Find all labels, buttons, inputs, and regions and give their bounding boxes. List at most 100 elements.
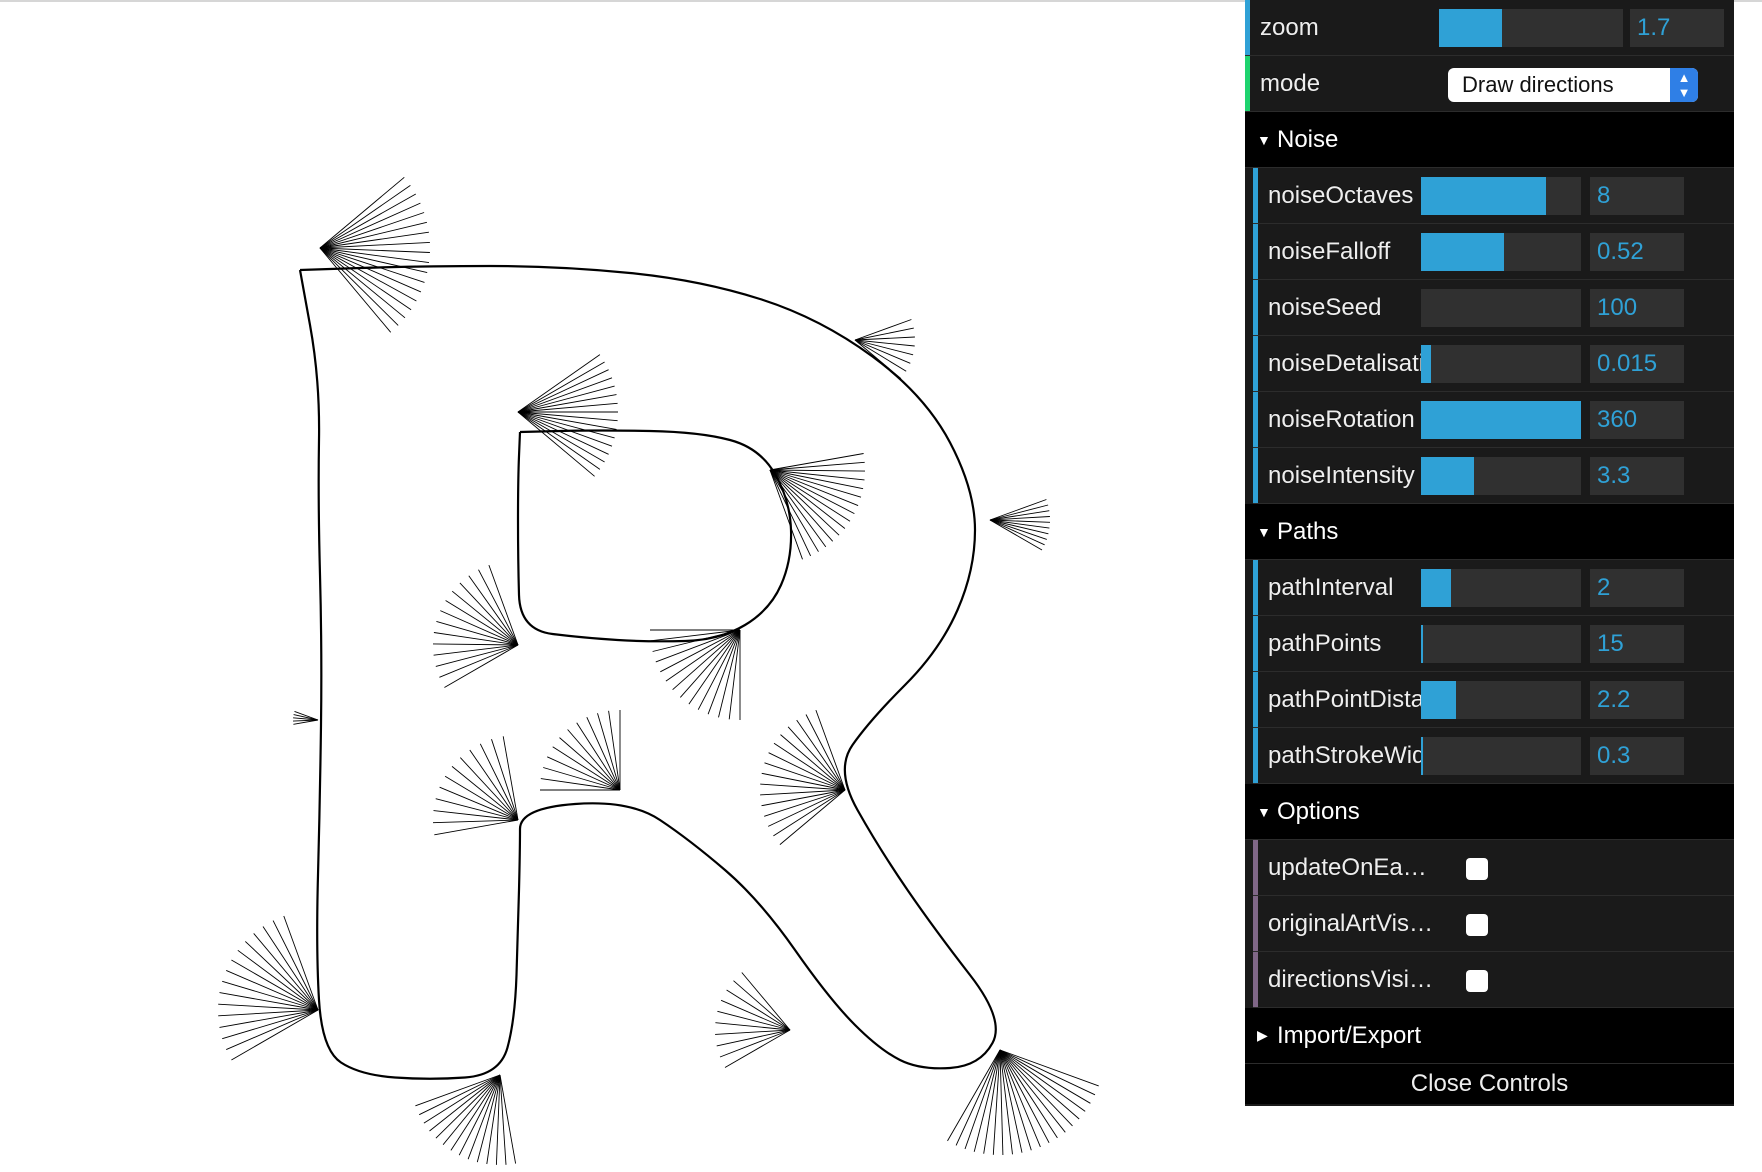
value-slider[interactable] (1421, 457, 1581, 495)
direction-fan (715, 972, 791, 1068)
direction-line (319, 212, 425, 249)
paths-folder-title: Paths (1277, 517, 1339, 545)
value-field[interactable]: 3.3 (1590, 457, 1684, 495)
mode-selected-value: Draw directions (1462, 72, 1614, 97)
control-label: originalArtVisib... (1268, 909, 1438, 937)
direction-line (768, 789, 846, 827)
mode-select[interactable]: Draw directions ▲ ▼ (1448, 68, 1698, 102)
triangle-down-icon: ▼ (1257, 131, 1271, 148)
direction-fan (432, 564, 519, 688)
value-slider[interactable] (1421, 401, 1581, 439)
direction-line (769, 469, 846, 529)
value-field[interactable]: 2 (1590, 569, 1684, 607)
direction-fan (650, 629, 741, 720)
value-slider[interactable] (1421, 681, 1581, 719)
number-stripe (1253, 448, 1258, 503)
number-stripe (1253, 168, 1258, 223)
slider-control[interactable]: pathPoints 15 (1253, 616, 1734, 672)
noise-folder-header[interactable]: ▼ Noise (1245, 112, 1734, 168)
triangle-down-icon: ▼ (1257, 523, 1271, 540)
direction-line (445, 600, 519, 646)
paths-folder: pathInterval 2 pathPoints 15 pathPointDista.… (1245, 560, 1734, 784)
checkbox[interactable] (1466, 858, 1488, 880)
controls-panel: zoom 1.7 mode Draw directions ▲ ▼ ▼ Noise… (1245, 0, 1734, 1106)
direction-line (741, 972, 791, 1031)
checkbox-control[interactable]: originalArtVisib... (1253, 896, 1734, 952)
direction-line (769, 461, 865, 471)
direction-line (499, 1074, 507, 1165)
value-field[interactable]: 0.3 (1590, 737, 1684, 775)
boolean-stripe (1253, 896, 1258, 951)
r-inner-outline (516, 429, 793, 643)
direction-line (226, 1009, 319, 1051)
direction-line (769, 453, 864, 471)
direction-line (319, 247, 406, 319)
value-field[interactable]: 100 (1590, 289, 1684, 327)
value-slider[interactable] (1421, 177, 1581, 215)
value-field[interactable]: 8 (1590, 177, 1684, 215)
zoom-control[interactable]: zoom 1.7 (1245, 0, 1734, 56)
direction-line (432, 643, 519, 646)
number-stripe (1253, 224, 1258, 279)
direction-line (999, 1049, 1023, 1153)
import-export-folder-header[interactable]: ▶ Import/Export (1245, 1008, 1734, 1064)
drawing-canvas[interactable] (0, 0, 1245, 1172)
value-slider[interactable] (1421, 345, 1581, 383)
direction-line (499, 1074, 517, 1164)
value-field[interactable]: 15 (1590, 625, 1684, 663)
checkbox-control[interactable]: directionsVisible (1253, 952, 1734, 1008)
slider-fill (1421, 233, 1505, 271)
value-field[interactable]: 0.015 (1590, 345, 1684, 383)
boolean-stripe (1253, 952, 1258, 1007)
value-slider[interactable] (1421, 233, 1581, 271)
direction-fan (540, 710, 621, 791)
noise-folder: noiseOctaves 8 noiseFalloff 0.52 noiseSeed 10… (1245, 168, 1734, 504)
import-export-folder-title: Import/Export (1277, 1021, 1422, 1049)
number-stripe (1253, 336, 1258, 391)
slider-control[interactable]: pathStrokeWidth 0.3 (1253, 728, 1734, 784)
value-field[interactable]: 0.52 (1590, 233, 1684, 271)
direction-fan (989, 499, 1051, 551)
direction-line (253, 933, 319, 1011)
direction-line (724, 1029, 791, 1068)
close-controls-button[interactable]: Close Controls (1245, 1064, 1734, 1104)
slider-control[interactable]: noiseIntensity 3.3 (1253, 448, 1734, 504)
value-field[interactable]: 2.2 (1590, 681, 1684, 719)
value-slider[interactable] (1421, 289, 1581, 327)
checkbox-control[interactable]: updateOnEach... (1253, 840, 1734, 896)
direction-line (955, 1049, 1001, 1146)
checkbox[interactable] (1466, 914, 1488, 936)
slider-control[interactable]: noiseFalloff 0.52 (1253, 224, 1734, 280)
zoom-slider-fill (1439, 9, 1502, 47)
zoom-value[interactable]: 1.7 (1630, 9, 1724, 47)
value-slider[interactable] (1421, 737, 1581, 775)
direction-line (726, 989, 791, 1031)
direction-line (769, 469, 865, 481)
mode-control[interactable]: mode Draw directions ▲ ▼ (1245, 56, 1734, 112)
direction-line (854, 319, 912, 341)
direction-line (319, 247, 392, 333)
zoom-slider[interactable] (1439, 9, 1623, 47)
number-stripe (1245, 0, 1250, 55)
checkbox[interactable] (1466, 970, 1488, 992)
slider-control[interactable]: noiseRotation 360 (1253, 392, 1734, 448)
direction-fan (769, 453, 866, 560)
number-stripe (1253, 392, 1258, 447)
control-label: updateOnEach... (1268, 853, 1438, 881)
value-slider[interactable] (1421, 569, 1581, 607)
direction-line (262, 926, 319, 1011)
direction-line (423, 1074, 501, 1124)
slider-control[interactable]: noiseDetalisati... 0.015 (1253, 336, 1734, 392)
direction-line (444, 644, 519, 688)
value-slider[interactable] (1421, 625, 1581, 663)
select-arrows-icon: ▲ ▼ (1670, 68, 1698, 102)
direction-fan (292, 710, 319, 725)
paths-folder-header[interactable]: ▼ Paths (1245, 504, 1734, 560)
slider-control[interactable]: noiseSeed 100 (1253, 280, 1734, 336)
options-folder-header[interactable]: ▼ Options (1245, 784, 1734, 840)
slider-control[interactable]: pathInterval 2 (1253, 560, 1734, 616)
slider-control[interactable]: noiseOctaves 8 (1253, 168, 1734, 224)
value-field[interactable]: 360 (1590, 401, 1684, 439)
direction-line (283, 915, 319, 1011)
slider-control[interactable]: pathPointDista... 2.2 (1253, 672, 1734, 728)
